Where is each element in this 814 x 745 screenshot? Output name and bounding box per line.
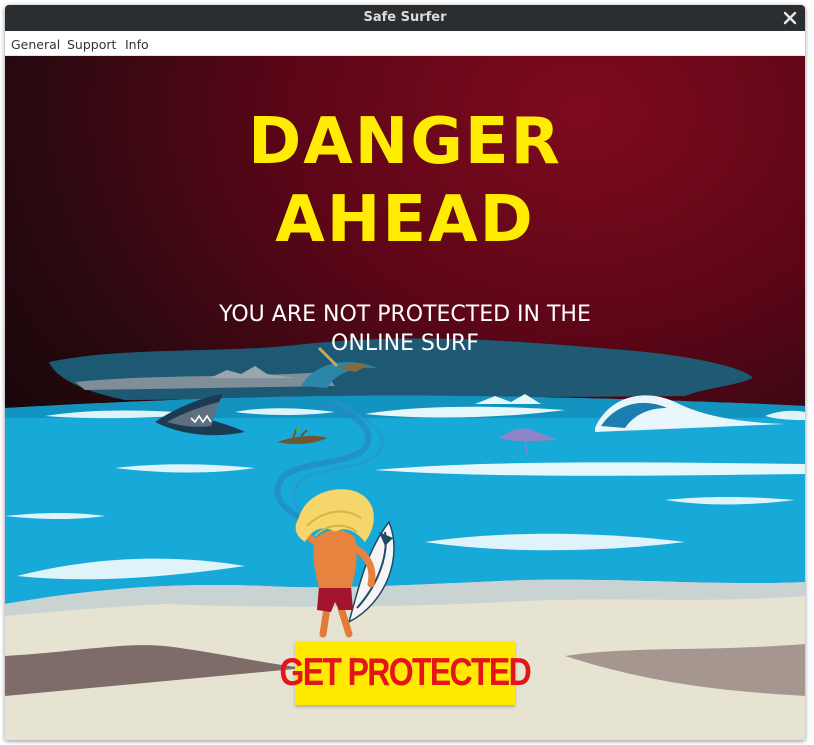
subtitle-line-2: ONLINE SURF xyxy=(331,331,479,356)
subtitle: YOU ARE NOT PROTECTED IN THE ONLINE SURF xyxy=(5,300,805,358)
menu-bar: General Support Info xyxy=(5,31,805,56)
get-protected-button[interactable]: GET PROTECTED xyxy=(280,641,532,705)
danger-banner: DANGER AHEAD YOU ARE NOT PROTECTED IN TH… xyxy=(5,56,805,740)
menu-info[interactable]: Info xyxy=(125,37,149,52)
get-protected-label: GET PROTECTED xyxy=(279,651,532,694)
headline-ahead: AHEAD xyxy=(275,183,535,257)
headline-danger: DANGER xyxy=(248,105,562,179)
subtitle-line-1: YOU ARE NOT PROTECTED IN THE xyxy=(219,302,591,327)
title-bar[interactable]: Safe Surfer xyxy=(5,5,805,31)
app-window: Safe Surfer General Support Info DANGER … xyxy=(5,5,805,740)
close-icon xyxy=(783,11,797,25)
menu-support[interactable]: Support xyxy=(67,37,116,52)
window-title: Safe Surfer xyxy=(363,10,447,25)
menu-general[interactable]: General xyxy=(11,37,60,52)
close-button[interactable] xyxy=(779,7,801,29)
